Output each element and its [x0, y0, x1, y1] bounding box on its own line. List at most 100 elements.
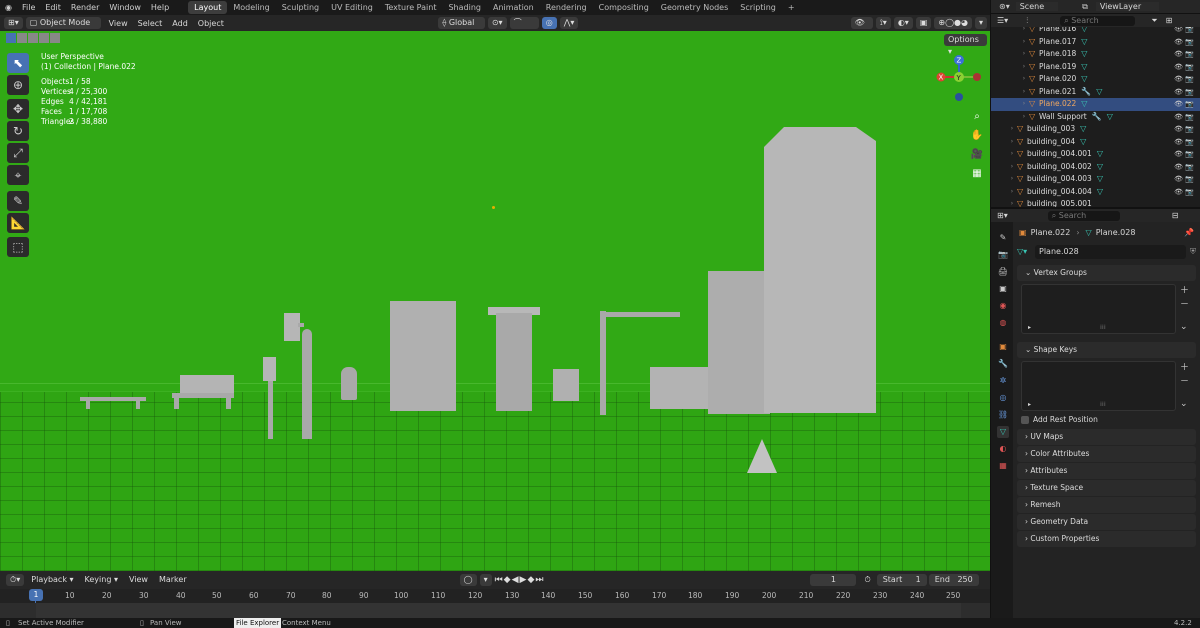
tab-shading[interactable]: Shading: [442, 1, 487, 14]
select-invert-icon[interactable]: [39, 33, 49, 43]
visibility-camera-icons[interactable]: 👁 📷: [1174, 61, 1194, 74]
editor-type-button[interactable]: ⊞▾: [4, 17, 23, 29]
color-attributes-panel[interactable]: › Color Attributes: [1017, 446, 1196, 462]
view-menu[interactable]: View: [104, 19, 133, 28]
select-box-tool-icon[interactable]: ⬉: [7, 53, 29, 73]
resize-handle-icon[interactable]: ⁞⁞⁞: [1100, 324, 1106, 331]
apartment-building-model[interactable]: [708, 271, 770, 414]
add-menu[interactable]: Add: [167, 19, 193, 28]
blender-logo-icon[interactable]: ◉: [0, 0, 17, 15]
tab-animation[interactable]: Animation: [487, 1, 540, 14]
vertex-groups-list[interactable]: ▸ ⁞⁞⁞: [1021, 284, 1176, 334]
list-item[interactable]: › ▽ Wall Support 🔧 ▽ 👁 📷: [991, 111, 1200, 124]
shape-keys-list[interactable]: ▸ ⁞⁞⁞: [1021, 361, 1176, 411]
marker-menu[interactable]: Marker: [155, 574, 191, 586]
output-tab-icon[interactable]: 🖨: [997, 266, 1009, 278]
xray-icon[interactable]: ▣: [915, 17, 932, 29]
list-item[interactable]: › ▽ building_004.002 ▽ 👁 📷: [991, 161, 1200, 174]
menu-edit[interactable]: Edit: [40, 0, 66, 15]
list-item[interactable]: › ▽ Plane.019 ▽ 👁 📷: [991, 61, 1200, 74]
scene-tab-icon[interactable]: ◉: [997, 300, 1009, 312]
texture-tab-icon[interactable]: ▦: [997, 460, 1009, 472]
3d-viewport[interactable]: Options ▾ ⬉ ⊕ ✥ ↻ ⤢ ⌖ ✎ 📐 ⬚ User Perspec…: [0, 31, 990, 571]
move-tool-icon[interactable]: ✥: [7, 99, 29, 119]
particles-tab-icon[interactable]: ✲: [997, 375, 1009, 387]
fire-hydrant-model[interactable]: [341, 367, 357, 400]
add-icon[interactable]: ＋: [1180, 361, 1196, 375]
pivot-icon[interactable]: ⊙▾: [487, 17, 507, 29]
grid-view-icon[interactable]: ▦: [969, 164, 985, 183]
skyscraper-model[interactable]: [764, 127, 876, 413]
visibility-camera-icons[interactable]: 👁 📷: [1174, 48, 1194, 61]
street-lamp-pole-model[interactable]: [600, 311, 606, 415]
select-menu[interactable]: Select: [133, 19, 168, 28]
auto-keying-icon[interactable]: ◯: [459, 574, 477, 586]
zoom-icon[interactable]: ⌕: [969, 107, 985, 126]
tab-scripting[interactable]: Scripting: [734, 1, 782, 14]
measure-tool-icon[interactable]: 📐: [7, 213, 29, 233]
list-item[interactable]: › ▽ Plane.016 ▽ 👁 📷: [991, 27, 1200, 36]
shading-options-icon[interactable]: ▾: [975, 17, 988, 29]
options-button[interactable]: Options ▾: [944, 34, 987, 56]
select-subtract-icon[interactable]: [28, 33, 38, 43]
visibility-camera-icons[interactable]: 👁 📷: [1174, 36, 1194, 49]
playback-controls[interactable]: ⏮◆◀▶◆⏭: [495, 575, 545, 585]
menu-icon[interactable]: ⌄: [1180, 397, 1196, 411]
timeline-editor-icon[interactable]: ⏱▾: [6, 574, 25, 586]
tab-compositing[interactable]: Compositing: [593, 1, 655, 14]
end-frame-field[interactable]: End 250: [928, 574, 979, 586]
add-icon[interactable]: ＋: [1180, 284, 1196, 298]
physics-tab-icon[interactable]: ◎: [997, 392, 1009, 404]
visibility-camera-icons[interactable]: 👁 📷: [1174, 173, 1194, 186]
add-workspace-button[interactable]: +: [782, 1, 801, 14]
current-frame-field[interactable]: 1: [810, 574, 857, 586]
shading-modes-icon[interactable]: ⊕◯●◕: [934, 17, 972, 29]
visibility-camera-icons[interactable]: 👁 📷: [1174, 148, 1194, 161]
add-cube-tool-icon[interactable]: ⬚: [7, 237, 29, 257]
geometry-data-panel[interactable]: › Geometry Data: [1017, 514, 1196, 530]
visibility-camera-icons[interactable]: 👁 📷: [1174, 136, 1194, 149]
tab-sculpting[interactable]: Sculpting: [276, 1, 325, 14]
visibility-camera-icons[interactable]: 👁 📷: [1174, 73, 1194, 86]
tab-texture-paint[interactable]: Texture Paint: [379, 1, 443, 14]
constraints-tab-icon[interactable]: ⛓: [997, 409, 1009, 421]
mesh-data-tab-icon[interactable]: ▽: [997, 426, 1009, 438]
tab-geometry-nodes[interactable]: Geometry Nodes: [655, 1, 734, 14]
select-new-icon[interactable]: [6, 33, 16, 43]
properties-editor-icon[interactable]: ⊞▾: [997, 211, 1008, 220]
keying-set-icon[interactable]: ▾: [479, 574, 492, 586]
world-tab-icon[interactable]: ◍: [997, 317, 1009, 329]
menu-file[interactable]: File: [17, 0, 40, 15]
list-item[interactable]: › ▽ building_004 ▽ 👁 📷: [991, 136, 1200, 149]
visibility-camera-icons[interactable]: 👁 📷: [1174, 98, 1194, 111]
small-building-model[interactable]: [650, 367, 708, 409]
mailbox-model[interactable]: [553, 369, 579, 401]
list-item-selected[interactable]: › ▽ Plane.022 ▽ 👁 📷: [991, 98, 1200, 111]
uv-maps-panel[interactable]: › UV Maps: [1017, 429, 1196, 445]
menu-window[interactable]: Window: [104, 0, 146, 15]
tab-uv-editing[interactable]: UV Editing: [325, 1, 379, 14]
falloff-icon[interactable]: ⋀▾: [559, 17, 579, 29]
start-frame-field[interactable]: Start 1: [876, 574, 927, 586]
scale-tool-icon[interactable]: ⤢: [7, 143, 29, 163]
attributes-panel[interactable]: › Attributes: [1017, 463, 1196, 479]
visibility-camera-icons[interactable]: 👁 📷: [1174, 186, 1194, 199]
pan-hand-icon[interactable]: ✋: [969, 126, 985, 145]
material-tab-icon[interactable]: ◐: [997, 443, 1009, 455]
remove-icon[interactable]: －: [1180, 375, 1196, 389]
park-bench-model[interactable]: [180, 375, 234, 395]
orientation-dropdown[interactable]: ⟠ Global ▾: [438, 17, 485, 39]
current-frame-indicator[interactable]: 1: [29, 589, 43, 601]
properties-search[interactable]: ⌕ Search: [1047, 210, 1120, 221]
traffic-light-pole-model[interactable]: [302, 329, 312, 439]
filter-icon[interactable]: ⫶: [1026, 16, 1028, 26]
tab-rendering[interactable]: Rendering: [540, 1, 593, 14]
menu-help[interactable]: Help: [146, 0, 174, 15]
list-item[interactable]: › ▽ building_004.003 ▽ 👁 📷: [991, 173, 1200, 186]
navigation-gizmo[interactable]: Z X Y: [930, 53, 986, 113]
camera-icon[interactable]: 🎥: [969, 145, 985, 164]
outliner-filter-icon[interactable]: ⏷: [1151, 16, 1157, 26]
building-block-model[interactable]: [390, 301, 456, 411]
render-tab-icon[interactable]: 📷: [997, 249, 1009, 261]
visibility-camera-icons[interactable]: 👁 📷: [1174, 161, 1194, 174]
